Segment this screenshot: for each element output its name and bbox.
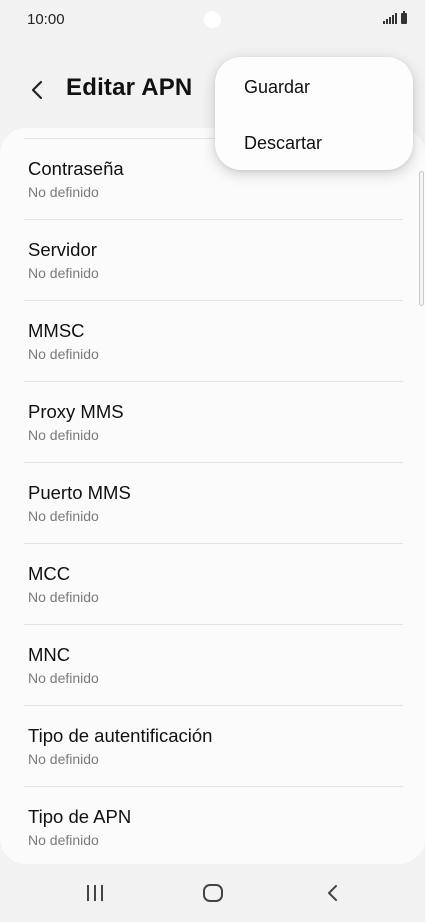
back-button[interactable] — [22, 74, 54, 106]
setting-mmsc[interactable]: MMSC No definido — [0, 300, 425, 381]
setting-apn-type[interactable]: Tipo de APN No definido — [0, 786, 425, 864]
setting-title: MMSC — [28, 320, 85, 341]
menu-item-save[interactable]: Guardar — [215, 59, 413, 115]
setting-mcc[interactable]: MCC No definido — [0, 543, 425, 624]
setting-title: Servidor — [28, 239, 97, 260]
setting-title: MCC — [28, 563, 71, 584]
setting-value: No definido — [28, 589, 99, 605]
setting-server[interactable]: Servidor No definido — [0, 219, 425, 300]
setting-title: Tipo de autentificación — [28, 725, 213, 746]
front-camera — [204, 11, 221, 28]
setting-value: No definido — [28, 751, 99, 767]
setting-value: No definido — [28, 670, 99, 686]
overflow-menu: Guardar Descartar — [215, 57, 413, 170]
settings-card: Contraseña No definido Servidor No defin… — [0, 128, 425, 864]
nav-back-button[interactable] — [322, 882, 344, 909]
setting-title: Proxy MMS — [28, 401, 124, 422]
setting-value: No definido — [28, 508, 99, 524]
setting-mms-proxy[interactable]: Proxy MMS No definido — [0, 381, 425, 462]
setting-title: Contraseña — [28, 158, 124, 179]
status-time: 10:00 — [27, 11, 65, 28]
setting-auth-type[interactable]: Tipo de autentificación No definido — [0, 705, 425, 786]
setting-mms-port[interactable]: Puerto MMS No definido — [0, 462, 425, 543]
home-button[interactable] — [202, 882, 224, 909]
setting-title: MNC — [28, 644, 71, 665]
home-icon — [203, 884, 223, 902]
setting-value: No definido — [28, 832, 99, 848]
setting-title: Tipo de APN — [28, 806, 132, 827]
back-icon — [328, 885, 337, 901]
menu-item-discard[interactable]: Descartar — [215, 115, 413, 171]
chevron-left-icon — [31, 80, 43, 100]
navigation-bar — [0, 864, 425, 922]
battery-icon — [401, 11, 407, 24]
scrollbar[interactable] — [419, 171, 424, 306]
menu-item-label: Guardar — [244, 77, 311, 97]
recents-button[interactable] — [84, 882, 106, 909]
recents-icon — [87, 885, 103, 901]
setting-value: No definido — [28, 346, 99, 362]
setting-value: No definido — [28, 427, 99, 443]
setting-mnc[interactable]: MNC No definido — [0, 624, 425, 705]
setting-value: No definido — [28, 265, 99, 281]
status-icons — [383, 11, 407, 24]
signal-icon — [383, 12, 397, 24]
settings-list: Contraseña No definido Servidor No defin… — [0, 138, 425, 864]
setting-title: Puerto MMS — [28, 482, 131, 503]
status-bar: 10:00 — [0, 0, 425, 40]
setting-value: No definido — [28, 184, 99, 200]
page-title: Editar APN — [66, 74, 193, 101]
menu-item-label: Descartar — [244, 133, 323, 153]
